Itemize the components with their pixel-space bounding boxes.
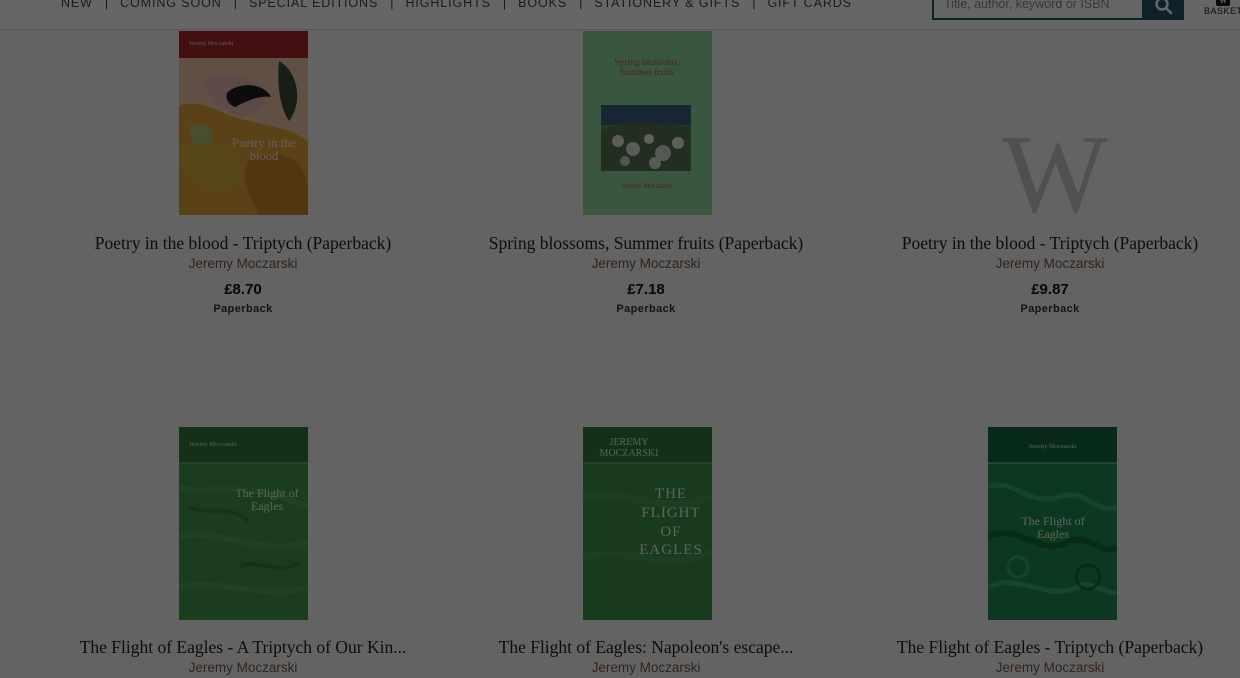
product-title[interactable]: The Flight of Eagles - A Triptych of Our… [41,637,445,658]
cover-title: THE FLIGHT OF EAGLES [639,486,703,559]
basket-label: BASKET [1204,6,1240,16]
book-cover-placeholder[interactable]: W [990,120,1120,230]
nav-separator: | [233,0,237,10]
search-input[interactable] [934,0,1134,16]
book-cover[interactable]: Spring blossoms, Summer fruits Jeremy Mo… [583,31,712,215]
cover-author: Jeremy Moczarski [189,441,237,448]
nav-item-highlights[interactable]: HIGHLIGHTS [405,0,490,10]
nav-separator: | [502,0,507,10]
product-format: Paperback [213,303,273,315]
placeholder-logo-icon: W [1002,120,1108,230]
cover-artwork [179,427,308,620]
product-title[interactable]: The Flight of Eagles - Triptych (Paperba… [848,637,1240,658]
nav-item-gift-cards[interactable]: GIFT CARDS [767,0,851,10]
product-author[interactable]: Jeremy Moczarski [41,660,445,675]
product-author[interactable]: Jeremy Moczarski [41,256,445,271]
product-price: £8.70 [224,281,262,298]
cover-author: Jeremy Moczarski [189,41,234,47]
product-format: Paperback [1020,303,1080,315]
cover-author: Jeremy Moczarski [621,182,673,190]
main-nav: NEW | COMING SOON | SPECIAL EDITIONS | H… [61,0,852,10]
nav-item-books[interactable]: BOOKS [518,0,567,10]
search-button[interactable] [1143,0,1184,20]
product-title[interactable]: Spring blossoms, Summer fruits (Paperbac… [444,233,848,254]
product-title[interactable]: Poetry in the blood - Triptych (Paperbac… [41,233,445,254]
search-box [932,0,1144,20]
book-cover[interactable]: Jeremy Moczarski The Flight of Eagles [988,427,1117,620]
product-price: £7.18 [627,281,665,298]
product-author[interactable]: Jeremy Moczarski [848,660,1240,675]
book-cover[interactable]: Jeremy Moczarski Poetry in the blood [179,31,308,215]
nav-separator: | [752,0,756,10]
nav-item-special-editions[interactable]: SPECIAL EDITIONS [249,0,378,10]
search-icon [1154,0,1172,15]
cover-author: JEREMY MOCZARSKI [599,437,659,459]
cover-title: The Flight of Eagles [1021,514,1085,541]
product-title[interactable]: The Flight of Eagles: Napoleon's escape.… [444,637,848,658]
product-format: Paperback [616,303,676,315]
book-cover[interactable]: Jeremy Moczarski The Flight of Eagles [179,427,308,620]
nav-separator: | [390,0,394,10]
product-price: £9.87 [1031,281,1069,298]
product-author[interactable]: Jeremy Moczarski [444,660,848,675]
nav-separator: | [104,0,109,10]
nav-separator: | [579,0,583,10]
cover-artwork [179,31,308,215]
top-navigation-bar: NEW | COMING SOON | SPECIAL EDITIONS | H… [0,0,1240,30]
cover-author: Jeremy Moczarski [1028,443,1077,450]
nav-item-stationery-gifts[interactable]: STATIONERY & GIFTS [594,0,740,10]
product-title[interactable]: Poetry in the blood - Triptych (Paperbac… [848,233,1240,254]
product-author[interactable]: Jeremy Moczarski [848,256,1240,271]
basket-button[interactable]: W BASKET [1203,0,1240,24]
product-author[interactable]: Jeremy Moczarski [444,256,848,271]
cover-title: Poetry in the blood [232,136,296,164]
nav-item-coming-soon[interactable]: COMING SOON [120,0,222,10]
cover-title: Spring blossoms, Summer fruits [614,58,680,78]
cover-title: The Flight of Eagles [235,486,299,513]
book-cover[interactable]: JEREMY MOCZARSKI THE FLIGHT OF EAGLES [583,427,712,620]
nav-item-new[interactable]: NEW [61,0,93,10]
